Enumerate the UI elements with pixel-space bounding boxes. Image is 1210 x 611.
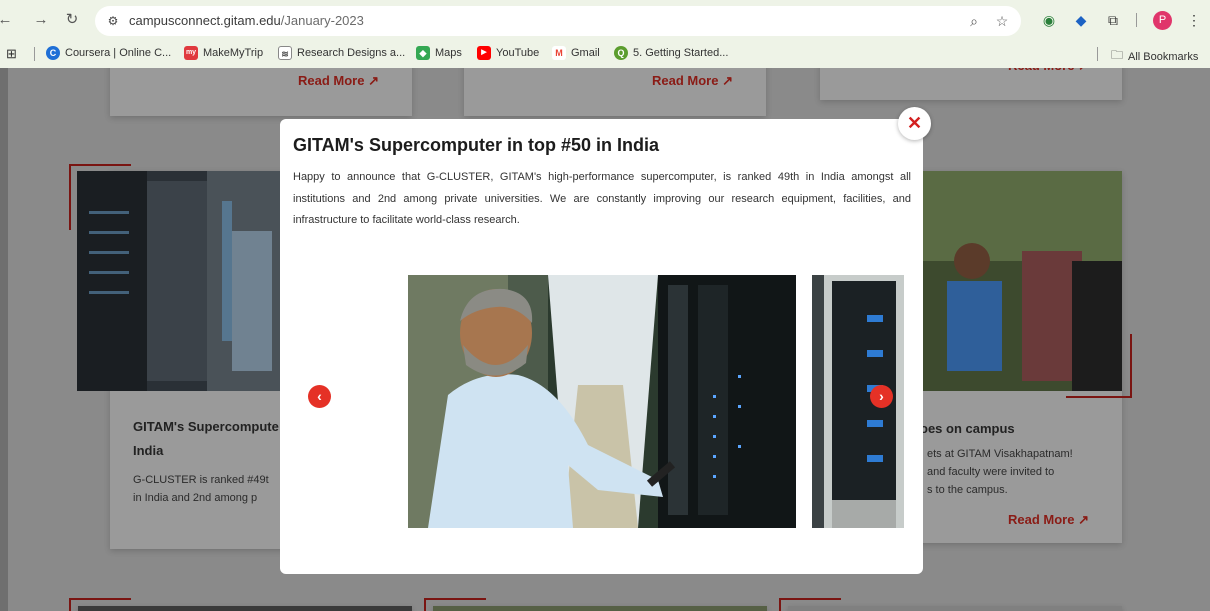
document-icon: ≋	[278, 46, 292, 60]
bookmark-label: Maps	[435, 47, 462, 59]
bookmark-label: 5. Getting Started...	[633, 47, 729, 59]
apps-grid-icon[interactable]: ⊞	[6, 46, 17, 62]
server-rack-illustration	[77, 171, 287, 391]
bookmarks-divider	[34, 47, 35, 61]
news-card-top-1: Read More ↗	[110, 68, 412, 116]
image-carousel[interactable]	[408, 275, 904, 528]
zoom-icon[interactable]: ⌕	[965, 12, 983, 30]
makemytrip-icon: my	[184, 46, 198, 60]
bookmark-label: Research Designs a...	[297, 47, 406, 59]
decorative-bracket	[1066, 334, 1132, 398]
bookmark-label: YouTube	[496, 47, 540, 59]
card-text: in India and 2nd among p	[133, 492, 258, 504]
card-text: s to the campus.	[927, 484, 1008, 496]
url-path: /January-2023	[280, 13, 364, 28]
carousel-prev-button[interactable]: ‹	[308, 385, 331, 408]
folder-icon: 🗀	[1111, 48, 1124, 62]
bookmark-getting-started[interactable]: Q 5. Getting Started...	[614, 46, 728, 60]
gmail-icon: M	[552, 46, 566, 60]
browser-chrome: ← → ↻ ⚙ campusconnect.gitam.edu/January-…	[0, 0, 1210, 68]
modal-close-button[interactable]: ✕	[898, 107, 931, 140]
navigation-bar: ← → ↻ ⚙ campusconnect.gitam.edu/January-…	[0, 0, 1210, 40]
news-card-bottom-1	[78, 606, 412, 611]
bookmark-maps[interactable]: ◆ Maps	[416, 46, 462, 60]
bookmark-gmail[interactable]: M Gmail	[552, 46, 600, 60]
forward-icon[interactable]: →	[30, 9, 52, 31]
researcher-datacenter-photo	[408, 275, 796, 528]
card-title: India	[133, 443, 164, 458]
read-more-link[interactable]: Read More ↗	[1008, 68, 1089, 74]
extension-shield-icon[interactable]: ◆	[1071, 10, 1091, 30]
bookmark-star-icon[interactable]: ☆	[993, 12, 1011, 30]
url-text[interactable]: campusconnect.gitam.edu/January-2023	[129, 13, 364, 28]
carousel-next-button[interactable]: ›	[870, 385, 893, 408]
news-card-top-2: Read More ↗	[464, 68, 766, 116]
bookmarks-divider	[1097, 47, 1098, 61]
news-modal: GITAM's Supercomputer in top #50 in Indi…	[280, 119, 923, 574]
profile-avatar[interactable]: P	[1153, 11, 1172, 30]
url-host: campusconnect.gitam.edu	[129, 13, 281, 28]
card-text: G-CLUSTER is ranked #49t	[133, 474, 269, 486]
all-bookmarks-label: All Bookmarks	[1128, 50, 1199, 63]
carousel-slide-main	[408, 275, 796, 528]
all-bookmarks[interactable]: 🗀 All Bookmarks	[1111, 46, 1198, 67]
card-title: oes on campus	[920, 421, 1015, 436]
modal-title: GITAM's Supercomputer in top #50 in Indi…	[293, 135, 659, 155]
bookmark-makemytrip[interactable]: my MakeMyTrip	[184, 46, 263, 60]
read-more-link[interactable]: Read More ↗	[652, 73, 733, 89]
getting-started-icon: Q	[614, 46, 628, 60]
back-icon[interactable]: ←	[0, 9, 16, 31]
read-more-link[interactable]: Read More ↗	[298, 73, 379, 89]
site-settings-icon[interactable]: ⚙	[103, 11, 123, 31]
extensions-puzzle-icon[interactable]: ⧉	[1103, 10, 1123, 30]
extension-grammar-icon[interactable]: ◉	[1039, 10, 1059, 30]
maps-icon: ◆	[416, 46, 430, 60]
address-bar[interactable]: ⚙ campusconnect.gitam.edu/January-2023 ⌕…	[95, 6, 1021, 36]
coursera-icon: C	[46, 46, 60, 60]
card-text: ets at GITAM Visakhapatnam!	[927, 448, 1073, 460]
news-card-bottom-3	[788, 606, 1122, 611]
bookmark-youtube[interactable]: ▶ YouTube	[477, 46, 539, 60]
bookmarks-bar: ⊞ C Coursera | Online C... my MakeMyTrip ≋…	[0, 42, 1210, 66]
bookmark-label: MakeMyTrip	[203, 47, 264, 59]
server-rack-image	[77, 171, 287, 391]
news-card-top-3: Read More ↗	[820, 68, 1122, 100]
bookmark-label: Coursera | Online C...	[65, 47, 172, 59]
youtube-icon: ▶	[477, 46, 491, 60]
card-text: and faculty were invited to	[927, 466, 1055, 478]
read-more-link[interactable]: Read More ↗	[1008, 512, 1089, 528]
toolbar-divider	[1136, 13, 1137, 27]
news-card-bottom-2	[433, 606, 767, 611]
modal-body-text: Happy to announce that G-CLUSTER, GITAM'…	[293, 171, 911, 226]
bookmark-coursera[interactable]: C Coursera | Online C...	[46, 46, 171, 60]
reload-icon[interactable]: ↻	[61, 9, 83, 31]
card-title: GITAM's Supercompute	[133, 419, 279, 434]
bookmark-label: Gmail	[571, 47, 600, 59]
menu-kebab-icon[interactable]: ⋮	[1184, 10, 1204, 30]
bookmark-research-designs[interactable]: ≋ Research Designs a...	[278, 46, 405, 60]
